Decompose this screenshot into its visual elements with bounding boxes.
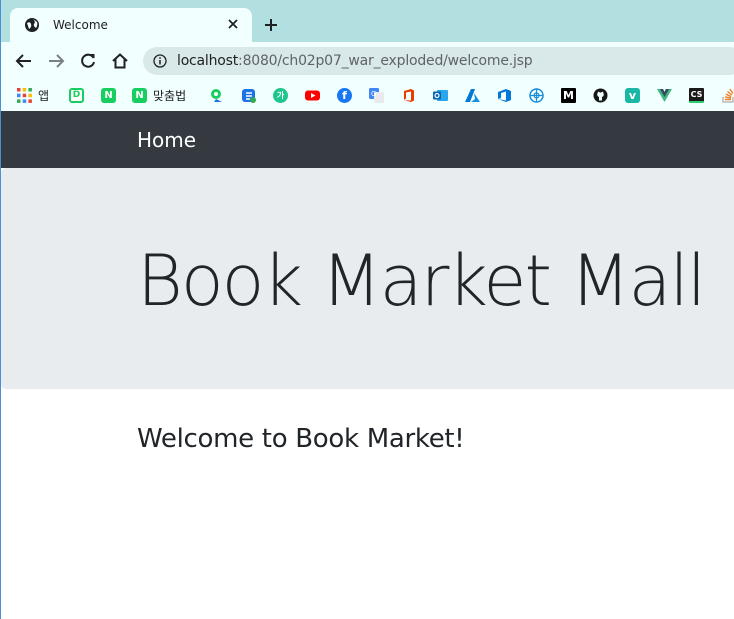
new-tab-icon[interactable] bbox=[263, 17, 279, 33]
bookmark-vue[interactable] bbox=[657, 85, 672, 105]
bookmark-map[interactable] bbox=[210, 85, 225, 105]
address-bar[interactable]: localhost:8080/ch02p07_war_exploded/welc… bbox=[143, 47, 734, 75]
naver-icon: N bbox=[132, 87, 147, 103]
vimeo-icon: v bbox=[625, 87, 640, 103]
azure-icon bbox=[465, 88, 480, 102]
tab-strip: Welcome bbox=[1, 0, 734, 42]
vue-icon bbox=[657, 88, 672, 102]
close-icon[interactable] bbox=[226, 17, 240, 31]
reload-icon[interactable] bbox=[79, 52, 97, 70]
bookmark-outlook[interactable] bbox=[433, 85, 448, 105]
bookmark-spell-check[interactable]: N 맞춤법 bbox=[132, 85, 186, 105]
bookmark-medium[interactable]: M bbox=[561, 85, 576, 105]
azure-devops-icon bbox=[498, 88, 511, 102]
papago-icon: 가 bbox=[273, 87, 288, 103]
tab-welcome[interactable]: Welcome bbox=[10, 8, 252, 42]
bookmark-stackoverflow[interactable] bbox=[721, 85, 734, 105]
facebook-icon: f bbox=[337, 87, 352, 103]
bookmark-apps-label: 앱 bbox=[38, 88, 50, 103]
bookmark-youtube[interactable] bbox=[305, 85, 320, 105]
home-icon[interactable] bbox=[111, 52, 129, 70]
bookmark-vimeo[interactable]: v bbox=[625, 85, 640, 105]
google-translate-icon: G bbox=[369, 87, 384, 103]
bookmark-office[interactable] bbox=[401, 85, 416, 105]
bookmark-dictionary[interactable]: D bbox=[69, 85, 84, 105]
apps-grid-icon bbox=[17, 87, 32, 103]
url-host: localhost bbox=[177, 53, 239, 69]
bookmark-docs[interactable] bbox=[241, 85, 256, 105]
bookmark-web[interactable] bbox=[529, 85, 544, 105]
map-pin-icon bbox=[211, 88, 222, 102]
bookmark-github[interactable] bbox=[593, 85, 608, 105]
page-navbar: Home bbox=[1, 111, 734, 168]
bookmark-spell-check-label: 맞춤법 bbox=[153, 88, 187, 103]
url-path: :8080/ch02p07_war_exploded/welcome.jsp bbox=[238, 53, 533, 69]
forward-arrow-icon[interactable] bbox=[47, 52, 65, 70]
jumbotron-title: Book Market Mall bbox=[137, 240, 706, 322]
navbar-home-link[interactable]: Home bbox=[137, 128, 196, 152]
bookmark-azure[interactable] bbox=[465, 85, 480, 105]
info-icon[interactable] bbox=[153, 54, 167, 68]
bookmark-naver[interactable]: N bbox=[101, 85, 116, 105]
bookmark-facebook[interactable]: f bbox=[337, 85, 352, 105]
url-text: localhost:8080/ch02p07_war_exploded/welc… bbox=[177, 53, 533, 69]
bookmarks-bar: 앱 D N N 맞춤법 가 f G M v CS bbox=[1, 80, 734, 111]
office-icon bbox=[404, 88, 414, 102]
bookmark-cs[interactable]: CS bbox=[689, 85, 704, 105]
browser-window: Welcome localhost:8080/ch02p07_war_explo… bbox=[0, 0, 734, 619]
bookmark-apps[interactable]: 앱 bbox=[17, 85, 49, 105]
globe-icon bbox=[25, 18, 39, 32]
jumbotron: Book Market Mall bbox=[1, 168, 734, 389]
network-icon bbox=[529, 87, 544, 103]
docs-icon bbox=[242, 88, 256, 103]
naver-icon: N bbox=[101, 87, 116, 103]
cs-icon: CS bbox=[689, 87, 704, 103]
bookmark-papago[interactable]: 가 bbox=[273, 85, 288, 105]
back-arrow-icon[interactable] bbox=[15, 52, 33, 70]
bookmark-azure-devops[interactable] bbox=[497, 85, 512, 105]
github-icon bbox=[593, 88, 608, 102]
welcome-heading: Welcome to Book Market! bbox=[137, 424, 465, 454]
browser-toolbar: localhost:8080/ch02p07_war_exploded/welc… bbox=[1, 42, 734, 80]
youtube-icon bbox=[305, 90, 320, 100]
tab-title: Welcome bbox=[53, 18, 108, 32]
stackoverflow-icon bbox=[722, 88, 734, 103]
outlook-icon bbox=[433, 89, 448, 101]
dictionary-icon: D bbox=[69, 87, 84, 103]
svg-text:G: G bbox=[371, 90, 376, 98]
medium-icon: M bbox=[561, 87, 576, 103]
bookmark-translate[interactable]: G bbox=[369, 85, 384, 105]
